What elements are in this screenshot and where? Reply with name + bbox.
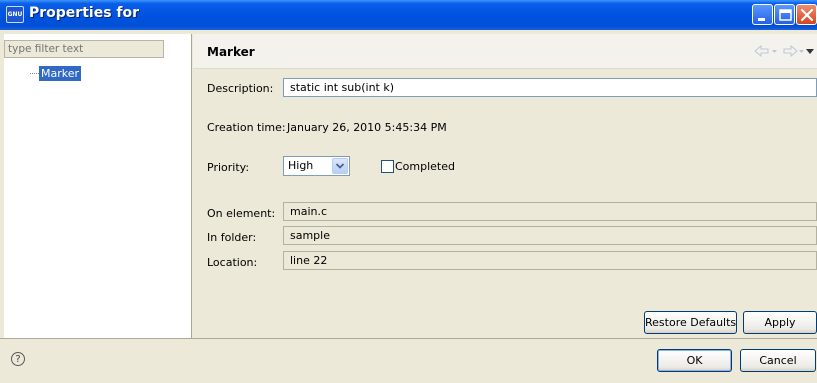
- forward-arrow-icon[interactable]: [781, 44, 799, 58]
- creation-time-value: January 26, 2010 5:45:34 PM: [287, 121, 447, 134]
- tree-connector: [30, 73, 39, 74]
- help-icon[interactable]: ?: [11, 352, 25, 366]
- in-folder-label: In folder:: [207, 231, 257, 244]
- on-element-label: On element:: [207, 207, 276, 220]
- page-header: [193, 34, 817, 69]
- priority-select[interactable]: High: [283, 156, 350, 176]
- close-button[interactable]: [796, 4, 817, 25]
- creation-time-label: Creation time:: [207, 121, 286, 134]
- sidebar-panel: [4, 34, 192, 338]
- in-folder-field: sample: [283, 226, 817, 245]
- completed-label: Completed: [395, 160, 455, 173]
- location-label: Location:: [207, 256, 258, 269]
- apply-button[interactable]: Apply: [743, 311, 817, 334]
- dropdown-button[interactable]: [332, 158, 348, 174]
- app-icon: GNU: [6, 6, 24, 23]
- back-dropdown-icon[interactable]: [772, 44, 778, 58]
- priority-value: High: [288, 159, 314, 172]
- priority-label: Priority:: [207, 161, 250, 174]
- description-field[interactable]: static int sub(int k): [283, 78, 817, 97]
- completed-checkbox[interactable]: [381, 160, 394, 173]
- footer-divider: [0, 338, 817, 339]
- filter-input[interactable]: [4, 40, 164, 58]
- close-icon: [800, 8, 814, 22]
- minimize-button[interactable]: [752, 4, 773, 25]
- on-element-field: main.c: [283, 202, 817, 221]
- chevron-down-icon: [335, 163, 345, 169]
- maximize-button[interactable]: [774, 4, 795, 25]
- back-arrow-icon[interactable]: [753, 44, 771, 58]
- page-title: Marker: [207, 45, 255, 59]
- maximize-icon: [779, 9, 792, 21]
- location-field: line 22: [283, 251, 817, 270]
- sidebar-item-marker[interactable]: Marker: [39, 66, 82, 81]
- minimize-icon: [758, 18, 765, 21]
- restore-defaults-button[interactable]: Restore Defaults: [644, 311, 737, 334]
- window-title: Properties for: [29, 5, 140, 21]
- ok-button[interactable]: OK: [657, 349, 732, 372]
- view-menu-icon[interactable]: [805, 44, 815, 58]
- cancel-button[interactable]: Cancel: [740, 349, 816, 372]
- description-label: Description:: [207, 82, 274, 95]
